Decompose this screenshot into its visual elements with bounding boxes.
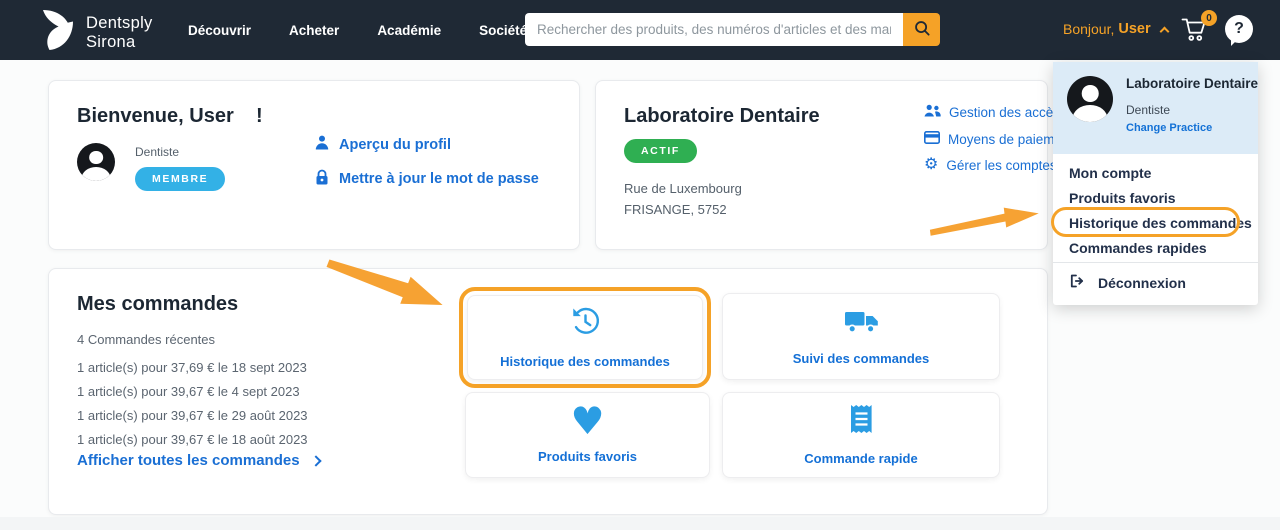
- search-icon: [913, 19, 931, 40]
- view-all-orders-link[interactable]: Afficher toutes les commandes: [77, 452, 322, 469]
- gear-icon: ⚙: [924, 156, 939, 173]
- menu-practice-name: Laboratoire Dentaire: [1126, 76, 1259, 91]
- nav-item-academie[interactable]: Académie: [377, 23, 441, 38]
- address-line-1: Rue de Luxembourg: [624, 181, 742, 196]
- welcome-card: Bienvenue, User ! Dentiste MEMBRE Aperçu…: [48, 80, 580, 250]
- account-greeting-button[interactable]: Bonjour, User: [1063, 21, 1170, 37]
- user-access-management-link[interactable]: Gestion des accès uti: [924, 104, 1078, 121]
- order-line: 1 article(s) pour 37,69 € le 18 sept 202…: [77, 360, 307, 375]
- user-avatar: [77, 143, 115, 181]
- top-navbar: Dentsply Sirona Découvrir Acheter Académ…: [0, 0, 1280, 60]
- update-password-label: Mettre à jour le mot de passe: [339, 171, 539, 187]
- manage-accounts-link[interactable]: ⚙ Gérer les comptes du: [924, 156, 1075, 173]
- nav-item-acheter[interactable]: Acheter: [289, 23, 339, 38]
- order-line: 1 article(s) pour 39,67 € le 18 août 202…: [77, 432, 308, 447]
- practice-address: Rue de Luxembourg FRISANGE, 5752: [624, 179, 742, 221]
- menu-avatar: [1067, 76, 1113, 122]
- view-all-orders-label: Afficher toutes les commandes: [77, 452, 300, 469]
- dentsply-sirona-logo-icon: [40, 9, 76, 56]
- credit-card-icon: [924, 131, 940, 147]
- cart-count-badge: 0: [1201, 10, 1217, 26]
- logout-label: Déconnexion: [1098, 274, 1186, 291]
- nav-item-decouvrir[interactable]: Découvrir: [188, 23, 251, 38]
- practice-title: Laboratoire Dentaire: [624, 105, 820, 127]
- update-password-link[interactable]: Mettre à jour le mot de passe: [315, 169, 539, 189]
- cart-button[interactable]: 0: [1181, 10, 1217, 47]
- profile-summary: Dentiste MEMBRE: [77, 143, 226, 191]
- menu-item-mon-compte[interactable]: Mon compte: [1053, 160, 1258, 185]
- search-input[interactable]: [525, 13, 903, 46]
- welcome-title: Bienvenue, User !: [77, 105, 263, 127]
- practice-card: Laboratoire Dentaire ACTIF Rue de Luxemb…: [595, 80, 1078, 250]
- practice-links: Gestion des accès uti Moyens de paiement…: [924, 104, 1078, 173]
- footer-strip: [0, 517, 1280, 530]
- orders-subtitle: 4 Commandes récentes: [77, 332, 216, 347]
- tile-favorite-products-label: Produits favoris: [538, 448, 637, 464]
- tile-order-history[interactable]: Historique des commandes: [467, 295, 703, 380]
- dentsply-sirona-logo[interactable]: Dentsply Sirona: [40, 9, 153, 56]
- tile-order-tracking[interactable]: Suivi des commandes: [722, 293, 1000, 380]
- profile-overview-label: Aperçu du profil: [339, 136, 451, 153]
- greeting-prefix: Bonjour,: [1063, 21, 1115, 37]
- profile-links: Aperçu du profil Mettre à jour le mot de…: [315, 135, 539, 189]
- truck-icon: [844, 308, 879, 339]
- menu-item-produits-favoris[interactable]: Produits favoris: [1053, 185, 1258, 210]
- main-nav: Découvrir Acheter Académie Société: [188, 0, 527, 60]
- logout-icon: [1069, 273, 1085, 292]
- profile-overview-link[interactable]: Aperçu du profil: [315, 135, 539, 154]
- account-dropdown-menu: Laboratoire Dentaire Dentiste Change Pra…: [1051, 62, 1258, 305]
- menu-item-historique-des-commandes[interactable]: Historique des commandes: [1053, 210, 1258, 235]
- receipt-icon: [850, 404, 873, 439]
- tile-favorite-products[interactable]: ♥ Produits favoris: [465, 392, 710, 478]
- users-icon: [924, 104, 941, 121]
- change-practice-link[interactable]: Change Practice: [1126, 122, 1258, 134]
- user-role: Dentiste: [135, 145, 180, 159]
- chevron-up-icon: [1159, 26, 1170, 36]
- actif-status-badge: ACTIF: [624, 139, 697, 163]
- person-icon: [315, 135, 329, 154]
- tile-quick-order-label: Commande rapide: [804, 451, 918, 466]
- clock-history-icon: [570, 306, 601, 342]
- logo-wordmark: Dentsply Sirona: [86, 14, 153, 51]
- search-bar: [525, 13, 940, 46]
- logout-menu-item[interactable]: Déconnexion: [1053, 263, 1258, 305]
- address-line-2: FRISANGE, 5752: [624, 201, 727, 217]
- recent-orders-list: 1 article(s) pour 37,69 € le 18 sept 202…: [77, 360, 308, 447]
- nav-item-societe[interactable]: Société: [479, 23, 527, 38]
- menu-role: Dentiste: [1126, 103, 1171, 117]
- payment-methods-link[interactable]: Moyens de paiement: [924, 131, 1073, 147]
- help-button[interactable]: ?: [1225, 15, 1253, 46]
- menu-item-commandes-rapides[interactable]: Commandes rapides: [1053, 235, 1258, 260]
- account-menu-items: Mon compte Produits favoris Historique d…: [1053, 154, 1258, 260]
- tile-order-tracking-label: Suivi des commandes: [792, 350, 930, 366]
- search-button[interactable]: [903, 13, 940, 46]
- tile-quick-order[interactable]: Commande rapide: [722, 392, 1000, 478]
- question-mark-icon: ?: [1234, 20, 1244, 37]
- tile-order-history-label: Historique des commandes: [500, 354, 670, 369]
- account-dropdown-header: Laboratoire Dentaire Dentiste Change Pra…: [1053, 62, 1258, 154]
- order-line: 1 article(s) pour 39,67 € le 4 sept 2023: [77, 384, 300, 399]
- orders-title: Mes commandes: [77, 293, 239, 315]
- membre-badge: MEMBRE: [135, 167, 226, 191]
- greeting-name: User: [1118, 21, 1151, 37]
- heart-icon: ♥: [570, 399, 605, 444]
- cart-icon: [1181, 18, 1208, 46]
- order-line: 1 article(s) pour 39,67 € le 29 août 202…: [77, 408, 308, 423]
- lock-icon: [315, 169, 329, 189]
- chevron-right-icon: [309, 455, 322, 467]
